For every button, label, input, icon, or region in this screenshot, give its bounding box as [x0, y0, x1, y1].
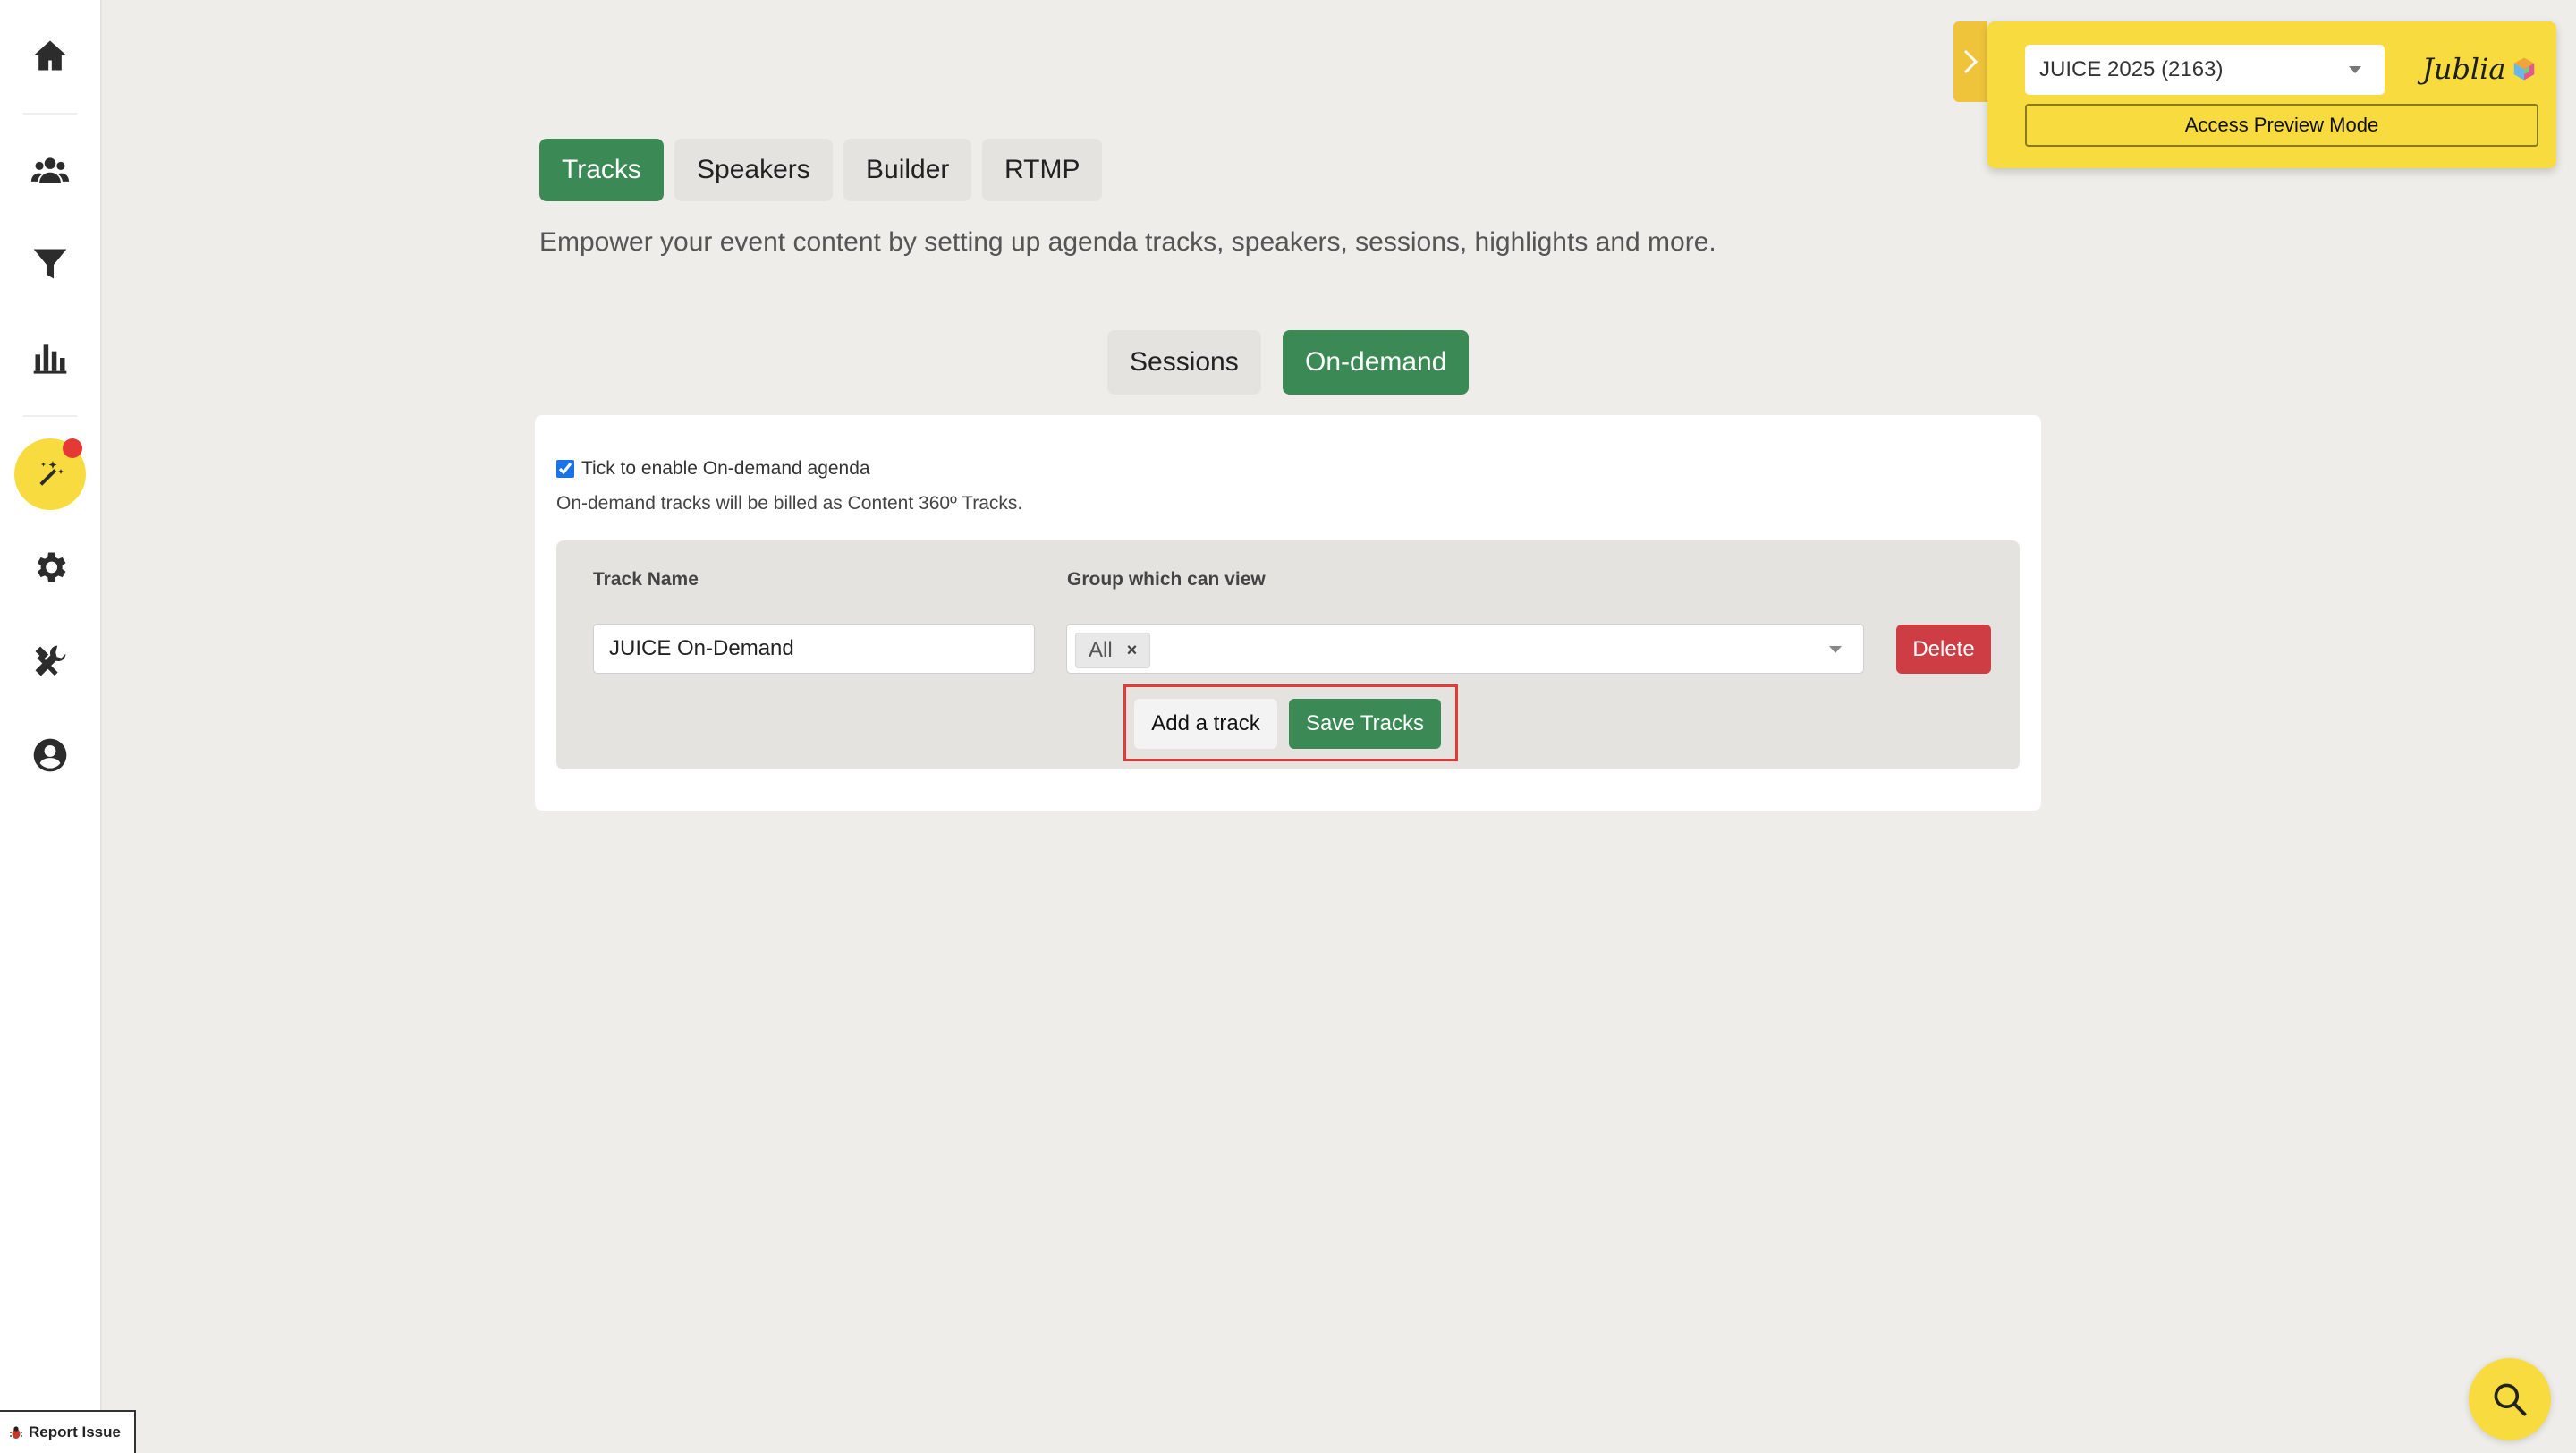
sidebar-item-attendees[interactable] [14, 134, 86, 206]
sidebar-divider [23, 113, 77, 115]
group-chip: All × [1075, 633, 1151, 668]
sidebar-divider [23, 415, 77, 417]
group-select[interactable]: All × [1066, 624, 1864, 674]
bug-icon [10, 1426, 22, 1439]
tab-rtmp[interactable]: RTMP [982, 139, 1103, 201]
tab-tracks[interactable]: Tracks [539, 139, 664, 201]
sidebar [0, 0, 102, 1453]
report-issue-button[interactable]: Report Issue [0, 1410, 136, 1453]
sidebar-item-settings[interactable] [14, 531, 86, 603]
sidebar-item-tools[interactable] [14, 625, 86, 697]
access-preview-mode-button[interactable]: Access Preview Mode [2025, 104, 2538, 147]
users-icon [30, 157, 70, 183]
sidebar-item-home[interactable] [14, 20, 86, 91]
event-select-value: JUICE 2025 (2163) [2039, 57, 2224, 81]
billing-note: On-demand tracks will be billed as Conte… [556, 493, 1023, 514]
enable-on-demand-checkbox[interactable] [556, 460, 574, 478]
brand-logo: Jublia [2422, 47, 2538, 91]
chevron-right-icon [1963, 49, 1979, 74]
event-select[interactable]: JUICE 2025 (2163) [2025, 45, 2385, 95]
column-header-track-name: Track Name [593, 569, 699, 590]
filter-icon [33, 249, 67, 279]
brand-name: Jublia [2422, 52, 2506, 86]
brand-cube-icon [2514, 57, 2535, 81]
sidebar-item-account[interactable] [14, 719, 86, 791]
add-track-button[interactable]: Add a track [1134, 699, 1277, 749]
notification-dot [63, 438, 82, 458]
gear-icon [37, 552, 66, 582]
sidebar-item-content[interactable] [14, 438, 86, 510]
search-fab[interactable] [2469, 1358, 2551, 1440]
sidebar-item-analytics[interactable] [14, 322, 86, 394]
chevron-down-icon [1829, 646, 1842, 653]
report-issue-label: Report Issue [29, 1423, 121, 1440]
sidebar-item-filter[interactable] [14, 228, 86, 300]
home-icon [33, 40, 67, 71]
panel-collapse-toggle[interactable] [1953, 21, 1987, 102]
tab-speakers[interactable]: Speakers [674, 139, 833, 201]
enable-on-demand-row[interactable]: Tick to enable On-demand agenda [556, 458, 870, 480]
bar-chart-icon [33, 344, 67, 374]
subtab-on-demand[interactable]: On-demand [1283, 330, 1470, 395]
user-circle-icon [33, 738, 67, 772]
group-chip-label: All [1089, 638, 1113, 662]
tools-icon [35, 645, 66, 676]
column-header-group: Group which can view [1067, 569, 1266, 590]
delete-track-button[interactable]: Delete [1896, 625, 1991, 674]
chevron-down-icon [2349, 66, 2361, 73]
tab-builder[interactable]: Builder [843, 139, 972, 201]
magic-wand-icon [39, 461, 64, 486]
save-tracks-button[interactable]: Save Tracks [1289, 699, 1441, 749]
page-description: Empower your event content by setting up… [539, 227, 1716, 257]
search-icon [2494, 1383, 2527, 1416]
subtab-sessions[interactable]: Sessions [1107, 330, 1261, 395]
enable-on-demand-label: Tick to enable On-demand agenda [581, 458, 870, 479]
track-name-input[interactable] [593, 624, 1035, 674]
chip-remove-icon[interactable]: × [1127, 641, 1138, 661]
